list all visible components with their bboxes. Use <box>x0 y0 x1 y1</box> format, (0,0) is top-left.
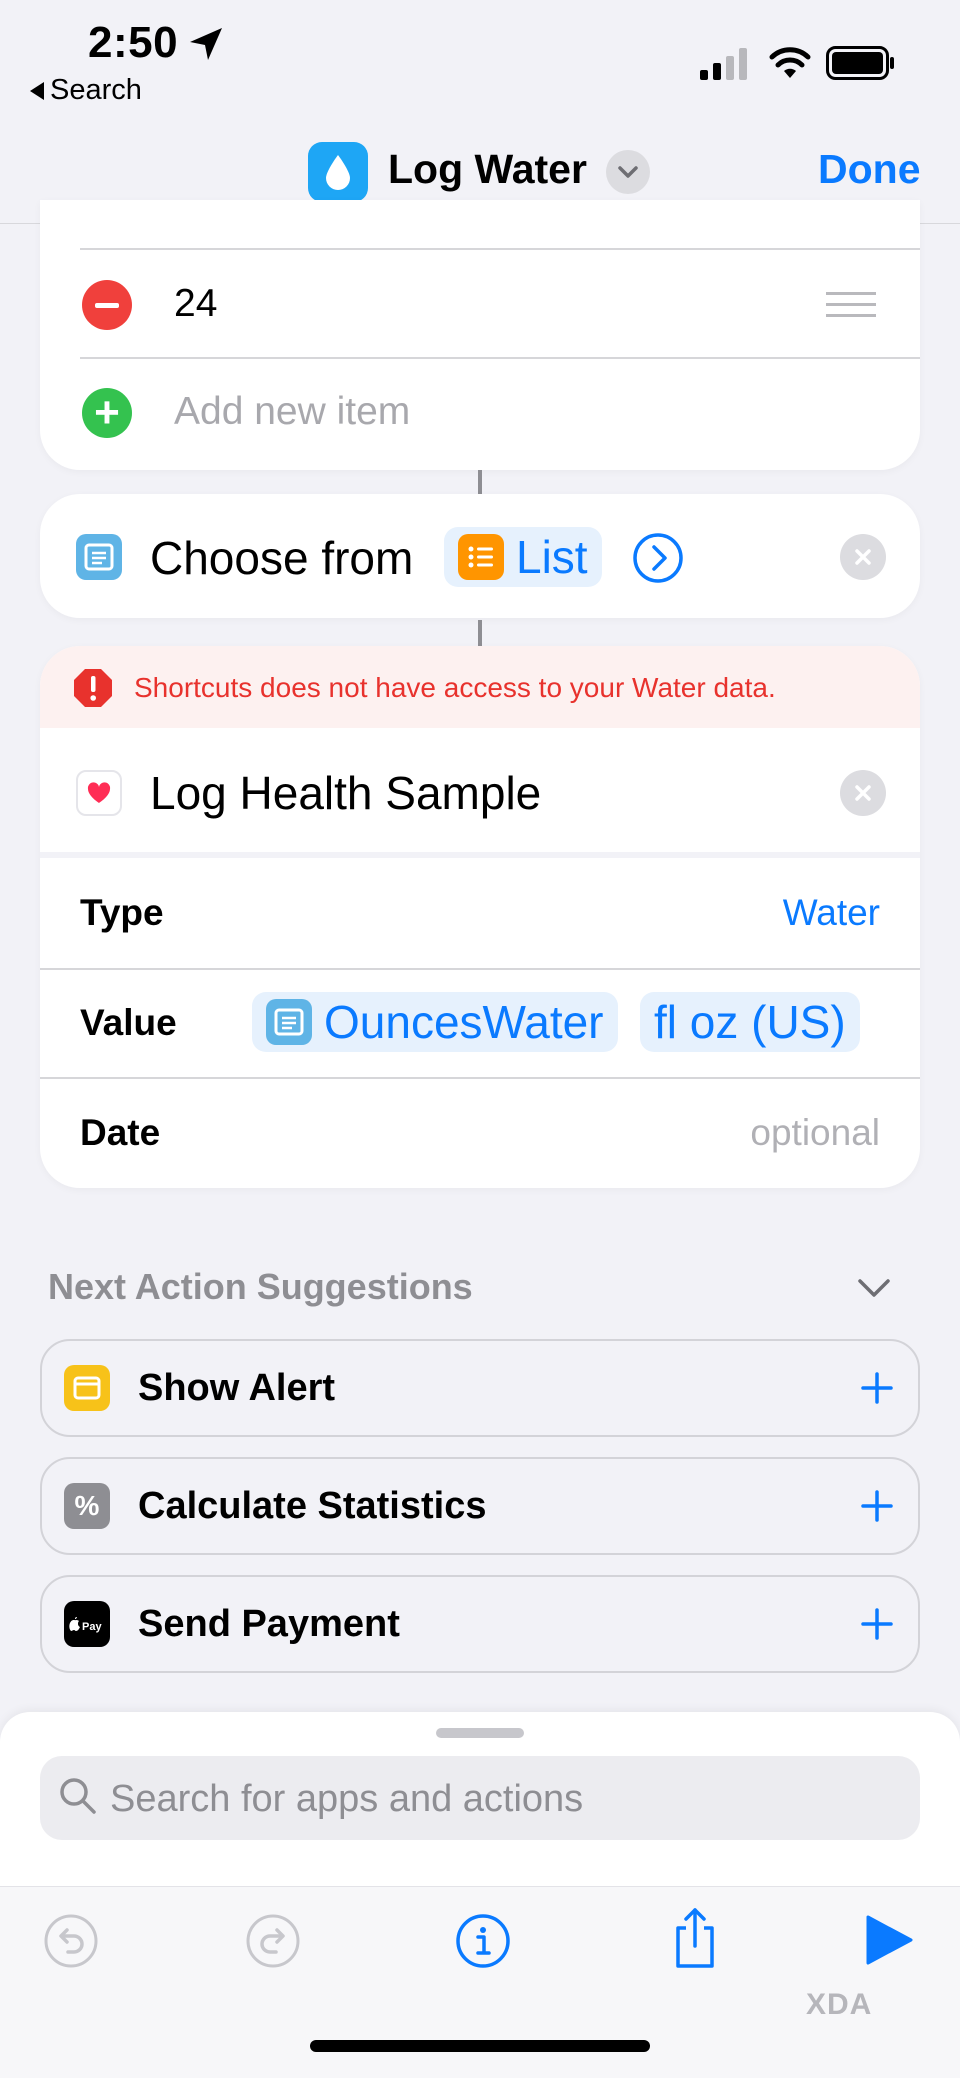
action-connector <box>478 470 482 496</box>
remove-action-button[interactable] <box>840 770 886 816</box>
ounces-water-variable-token[interactable]: OuncesWater <box>252 992 618 1052</box>
undo-icon[interactable] <box>42 1912 100 1970</box>
health-heart-icon <box>76 770 122 816</box>
delete-item-button[interactable] <box>82 280 132 330</box>
expand-chevron-icon[interactable] <box>632 532 684 584</box>
back-to-search-link[interactable]: Search <box>30 74 142 107</box>
done-button[interactable]: Done <box>818 146 921 193</box>
unit-token[interactable]: fl oz (US) <box>640 992 860 1052</box>
reorder-handle-icon[interactable] <box>826 292 876 320</box>
add-icon[interactable] <box>860 1607 894 1641</box>
alert-window-icon <box>64 1365 110 1411</box>
warning-icon <box>74 669 112 707</box>
log-health-sample-title: Log Health Sample <box>150 767 542 819</box>
home-indicator[interactable] <box>310 2040 650 2052</box>
add-icon[interactable] <box>860 1371 894 1405</box>
section-divider <box>40 852 920 858</box>
type-value[interactable]: Water <box>783 892 880 934</box>
list-icon <box>458 534 504 580</box>
search-icon <box>60 1778 96 1814</box>
suggestion-label: Send Payment <box>138 1603 400 1645</box>
variable-document-icon <box>266 999 312 1045</box>
close-icon <box>855 785 871 801</box>
remove-action-button[interactable] <box>840 534 886 580</box>
close-icon <box>855 549 871 565</box>
choose-from-label: Choose from <box>150 532 414 584</box>
list-document-icon <box>76 534 122 580</box>
list-variable-label: List <box>516 531 588 583</box>
list-variable-token[interactable]: List <box>444 527 602 587</box>
minus-icon <box>95 302 119 308</box>
location-arrow-icon <box>190 28 222 60</box>
search-placeholder: Search for apps and actions <box>110 1778 584 1820</box>
action-connector <box>478 620 482 646</box>
suggestion-label: Calculate Statistics <box>138 1485 487 1527</box>
type-label: Type <box>80 892 164 933</box>
shortcut-title[interactable]: Log Water <box>388 146 587 193</box>
share-icon[interactable] <box>666 1904 724 1970</box>
apple-pay-icon: Pay <box>64 1601 110 1647</box>
chevron-down-icon <box>618 166 638 178</box>
value-label: Value <box>80 1002 177 1043</box>
collapse-chevron-icon[interactable] <box>856 1272 892 1302</box>
percent-icon: % <box>64 1483 110 1529</box>
wifi-icon <box>769 47 811 78</box>
info-icon[interactable] <box>454 1912 512 1970</box>
water-drop-icon[interactable] <box>308 142 368 202</box>
suggestions-header: Next Action Suggestions <box>48 1266 473 1307</box>
date-field[interactable]: optional <box>750 1112 880 1154</box>
list-action-card <box>40 200 920 470</box>
divider <box>40 1077 920 1079</box>
divider <box>80 248 920 250</box>
play-icon[interactable] <box>864 1914 914 1966</box>
ounces-water-label: OuncesWater <box>324 996 604 1048</box>
date-label: Date <box>80 1112 161 1153</box>
add-item-button[interactable]: + <box>82 388 132 438</box>
suggestion-label: Show Alert <box>138 1367 336 1409</box>
battery-icon <box>826 46 894 80</box>
back-triangle-icon <box>30 81 44 100</box>
svg-text:Pay: Pay <box>82 1621 102 1633</box>
add-icon[interactable] <box>860 1489 894 1523</box>
divider <box>40 968 920 970</box>
add-new-item-field[interactable]: Add new item <box>174 390 410 434</box>
back-search-label: Search <box>50 74 142 106</box>
divider <box>80 357 920 359</box>
redo-icon[interactable] <box>244 1912 302 1970</box>
list-item-value[interactable]: 24 <box>174 282 217 326</box>
title-menu-button[interactable] <box>606 150 650 194</box>
sheet-grabber[interactable] <box>436 1728 524 1738</box>
warning-message: Shortcuts does not have access to your W… <box>134 672 776 703</box>
xda-watermark: XDA <box>806 1988 873 2021</box>
status-time: 2:50 <box>88 18 179 67</box>
signal-bars-icon <box>700 48 747 80</box>
